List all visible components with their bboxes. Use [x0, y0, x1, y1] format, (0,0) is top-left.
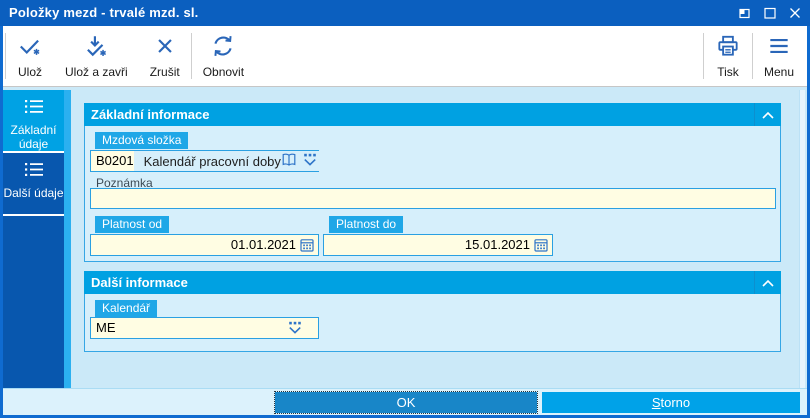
save-label: Ulož: [17, 65, 42, 79]
dropdown-lookup-icon[interactable]: [303, 153, 317, 170]
valid-from-input[interactable]: 01.01.2021: [90, 234, 319, 256]
restore-window-icon[interactable]: [738, 6, 752, 20]
storno-button[interactable]: Storno: [542, 392, 800, 413]
valid-to-value: 15.01.2021: [464, 237, 530, 252]
wage-component-description: Kalendář pracovní doby: [143, 153, 281, 169]
section-zakladni-informace: Základní informace Mzdová složka B0201 K…: [84, 103, 781, 262]
close-icon[interactable]: [788, 6, 802, 20]
section-body: Kalendář ME: [84, 294, 781, 352]
sidebar-item-dalsi-udaje[interactable]: Další údaje: [3, 153, 64, 216]
refresh-icon: [210, 33, 236, 62]
main-panel: Základní informace Mzdová složka B0201 K…: [71, 90, 807, 388]
sidebar-accent-strip: [64, 90, 71, 388]
collapse-section-button[interactable]: [754, 271, 781, 294]
hamburger-menu-icon: [766, 33, 792, 62]
section-title: Další informace: [91, 275, 188, 290]
section-body: Mzdová složka B0201 Kalendář pracovní do…: [84, 126, 781, 262]
valid-from-tag: Platnost od: [95, 216, 170, 233]
wage-component-tag: Mzdová složka: [95, 132, 189, 149]
section-dalsi-informace: Další informace Kalendář ME: [84, 271, 781, 352]
valid-to-tag: Platnost do: [329, 216, 404, 233]
section-header[interactable]: Základní informace: [84, 103, 781, 126]
save-icon: [17, 33, 43, 62]
chevron-up-icon: [762, 279, 774, 287]
calendar-value: ME: [96, 320, 116, 335]
save-and-close-button[interactable]: Ulož a zavři: [54, 26, 139, 86]
section-title: Základní informace: [91, 107, 210, 122]
save-and-close-label: Ulož a zavři: [65, 65, 128, 79]
cancel-label: Zrušit: [149, 65, 180, 79]
refresh-button[interactable]: Obnovit: [192, 26, 255, 86]
wage-component-code[interactable]: B0201: [91, 151, 134, 171]
save-button[interactable]: Ulož: [6, 26, 54, 86]
sidebar-item-zakladni-udaje[interactable]: Základní údaje: [3, 90, 64, 153]
calendar-input[interactable]: ME: [90, 317, 319, 339]
save-and-close-icon: [83, 33, 109, 62]
refresh-label: Obnovit: [202, 65, 245, 79]
note-input[interactable]: [90, 188, 776, 209]
valid-from-value: 01.01.2021: [230, 237, 296, 252]
printer-icon: [715, 33, 741, 62]
sidebar-item-label: Další údaje: [3, 185, 64, 200]
sidebar-item-label: Základní údaje: [10, 122, 57, 151]
section-header[interactable]: Další informace: [84, 271, 781, 294]
storno-accel: S: [651, 395, 661, 410]
wage-component-field[interactable]: B0201 Kalendář pracovní doby: [90, 150, 322, 172]
dropdown-lookup-icon[interactable]: [288, 321, 302, 338]
window-title: Položky mezd - trvalé mzd. sl.: [9, 5, 199, 20]
cancel-x-icon: [152, 33, 178, 62]
footer: OK Storno: [3, 388, 807, 415]
calendar-picker-icon[interactable]: [534, 238, 548, 255]
book-lookup-icon[interactable]: [281, 153, 297, 170]
toolbar: Ulož Ulož a zavři Zrušit Obnovit Tisk Me…: [3, 26, 807, 87]
maximize-icon[interactable]: [763, 6, 777, 20]
collapse-section-button[interactable]: [754, 103, 781, 126]
print-label: Tisk: [717, 65, 739, 79]
menu-button[interactable]: Menu: [753, 26, 805, 86]
bullet-list-icon: [23, 98, 45, 119]
ok-label: OK: [396, 395, 416, 410]
sidebar: Základní údaje Další údaje: [3, 90, 64, 388]
content-area: Základní údaje Další údaje Základní info…: [3, 87, 807, 388]
valid-to-input[interactable]: 15.01.2021: [323, 234, 553, 256]
app-window: Položky mezd - trvalé mzd. sl. Ulož Ulož…: [0, 0, 810, 418]
bullet-list-icon: [23, 161, 45, 182]
titlebar: Položky mezd - trvalé mzd. sl.: [0, 0, 810, 26]
ok-button[interactable]: OK: [274, 391, 538, 414]
chevron-up-icon: [762, 111, 774, 119]
menu-label: Menu: [763, 65, 794, 79]
calendar-tag: Kalendář: [95, 300, 158, 317]
cancel-button[interactable]: Zrušit: [139, 26, 191, 86]
print-button[interactable]: Tisk: [704, 26, 752, 86]
calendar-picker-icon[interactable]: [300, 238, 314, 255]
panel-scroll-strip: [799, 90, 805, 388]
storno-label: torno: [660, 395, 691, 410]
